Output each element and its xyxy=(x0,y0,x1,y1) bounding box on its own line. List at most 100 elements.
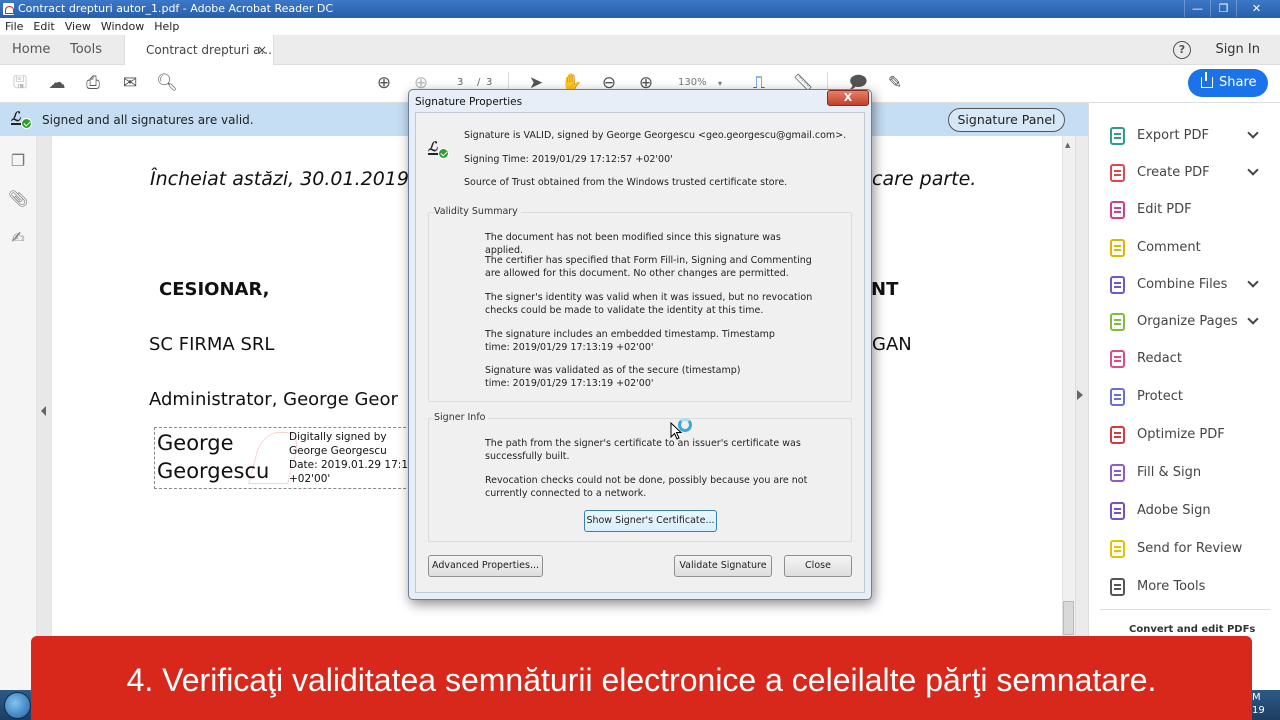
tool-fill-sign[interactable] xyxy=(1108,461,1128,485)
close-tab-icon[interactable]: × xyxy=(257,35,267,65)
export-pdf-icon xyxy=(1108,126,1128,146)
menu-bar: File Edit View Window Help xyxy=(0,18,1280,35)
signatures-icon[interactable]: ✍︎ xyxy=(8,228,28,248)
tool-label: Fill & Sign xyxy=(1137,465,1202,480)
upload-cloud-icon[interactable]: ☁ xyxy=(46,72,68,94)
current-page-field[interactable]: 3 xyxy=(457,77,463,88)
tab-tools[interactable]: Tools xyxy=(70,35,102,65)
email-icon[interactable]: ✉ xyxy=(119,72,141,94)
validity-summary-label: Validity Summary xyxy=(434,206,521,217)
send-review-icon xyxy=(1108,539,1128,559)
tool-label: Comment xyxy=(1137,240,1201,255)
tool-label: Adobe Sign xyxy=(1137,503,1211,518)
menu-edit[interactable]: Edit xyxy=(33,18,54,35)
highlight-pen-icon[interactable]: ✎ xyxy=(884,72,906,94)
tab-document[interactable]: Contract drepturi a... × xyxy=(124,35,274,66)
signature-panel-button[interactable]: Signature Panel xyxy=(948,108,1065,132)
save-icon[interactable]: 🖫 xyxy=(9,72,31,94)
more-tools-icon xyxy=(1108,577,1128,597)
scrollbar-thumb[interactable] xyxy=(1063,601,1074,635)
zoom-level-select[interactable]: 130% xyxy=(678,77,707,88)
tab-home[interactable]: Home xyxy=(12,35,50,65)
edit-pdf-icon xyxy=(1108,200,1128,220)
signature-detail-4: +02'00' xyxy=(289,473,331,485)
help-icon[interactable]: ? xyxy=(1173,41,1191,59)
tool-label: Edit PDF xyxy=(1137,202,1192,217)
tool-label: Create PDF xyxy=(1137,165,1210,180)
sign-in-link[interactable]: Sign In xyxy=(1215,35,1260,65)
tool-label: Export PDF xyxy=(1137,128,1210,143)
windows-start-button[interactable] xyxy=(4,692,31,719)
clock-line-2: 19 xyxy=(1252,705,1265,716)
scroll-up-icon[interactable]: ▲ xyxy=(1065,141,1070,149)
validity-item: The signer's identity was valid when it … xyxy=(485,292,813,316)
minimize-button[interactable]: — xyxy=(1184,0,1210,17)
signature-name-line1: George xyxy=(157,431,234,455)
advanced-properties-button[interactable]: Advanced Properties... xyxy=(428,555,543,577)
doc-cesionar-heading: CESIONAR, xyxy=(159,279,270,300)
expand-left-pane-icon[interactable] xyxy=(41,406,46,416)
share-button[interactable]: Share xyxy=(1188,69,1268,97)
signer-info-item: The path from the signer's certificate t… xyxy=(485,438,801,462)
tutorial-caption: 4. Verificaţi validitatea semnăturii ele… xyxy=(31,636,1252,720)
signer-info-label: Signer Info xyxy=(434,412,489,423)
total-pages: 3 xyxy=(486,77,493,88)
combine-files-icon xyxy=(1108,275,1128,295)
share-icon xyxy=(1201,72,1213,88)
taskbar-clock: M 19 xyxy=(1252,691,1265,717)
attachments-icon[interactable]: 📎︎ xyxy=(8,189,28,209)
menu-view[interactable]: View xyxy=(65,18,91,35)
signature-detail-3: Date: 2019.01.29 17:12:5 xyxy=(289,459,425,471)
doc-closing-line: Încheiat astăzi, 30.01.2019, xyxy=(150,168,416,190)
validate-signature-button[interactable]: Validate Signature xyxy=(674,555,772,577)
show-certificate-button[interactable]: Show Signer's Certificate... xyxy=(584,510,717,532)
page-up-icon[interactable]: ⊕ xyxy=(373,72,395,94)
tool-send-for-review[interactable] xyxy=(1108,537,1128,561)
validity-item: The certifier has specified that Form Fi… xyxy=(485,255,812,279)
menu-window[interactable]: Window xyxy=(101,18,144,35)
signature-valid-text: Signature is VALID, signed by George Geo… xyxy=(464,130,847,141)
tool-label: Protect xyxy=(1137,389,1183,404)
vertical-scrollbar[interactable] xyxy=(1062,136,1075,636)
page-thumbnails-icon[interactable]: ❐ xyxy=(8,151,28,171)
tool-more-tools[interactable] xyxy=(1108,575,1128,599)
dialog-close-button[interactable]: X xyxy=(827,90,869,106)
close-button[interactable]: Close xyxy=(784,555,852,577)
search-icon[interactable]: 🔍︎ xyxy=(156,72,178,94)
tool-organize-pages[interactable] xyxy=(1108,310,1128,334)
validity-item: The signature includes an embedded times… xyxy=(485,329,775,353)
signing-time-text: Signing Time: 2019/01/29 17:12:57 +02'00… xyxy=(464,154,673,165)
menu-help[interactable]: Help xyxy=(154,18,179,35)
tool-create-pdf[interactable] xyxy=(1108,161,1128,185)
doc-right-name-tail: GAN xyxy=(872,334,912,355)
doc-administrator-line: Administrator, George Geor xyxy=(149,389,398,410)
tool-redact[interactable] xyxy=(1108,347,1128,371)
menu-file[interactable]: File xyxy=(5,18,23,35)
redact-icon xyxy=(1108,349,1128,369)
left-navigation-rail xyxy=(0,136,37,690)
window-title-bar: Contract drepturi autor_1.pdf - Adobe Ac… xyxy=(0,0,1280,18)
doc-cedent-heading-tail: NT xyxy=(871,279,899,300)
restore-button[interactable]: ❐ xyxy=(1210,0,1236,17)
right-pane-gutter xyxy=(1075,136,1088,690)
clock-line-1: M xyxy=(1252,692,1261,703)
tool-comment[interactable] xyxy=(1108,236,1128,260)
zoom-dropdown-icon[interactable]: ▾ xyxy=(718,79,722,88)
close-window-button[interactable]: ✕ xyxy=(1236,0,1276,17)
doc-closing-line-tail: care parte. xyxy=(872,168,977,190)
acrobat-app-icon xyxy=(3,3,14,15)
signature-valid-icon: ℒ xyxy=(428,140,449,159)
tab-document-label: Contract drepturi a... xyxy=(146,43,272,57)
tool-edit-pdf[interactable] xyxy=(1108,198,1128,222)
page-separator: / xyxy=(477,77,481,88)
print-icon[interactable]: ⎙ xyxy=(82,72,104,94)
collapse-tools-pane-icon[interactable] xyxy=(1077,390,1083,400)
tool-export-pdf[interactable] xyxy=(1108,124,1128,148)
tool-adobe-sign[interactable] xyxy=(1108,499,1128,523)
fill-sign-icon xyxy=(1108,463,1128,483)
tool-combine-files[interactable] xyxy=(1108,273,1128,297)
tool-optimize-pdf[interactable] xyxy=(1108,423,1128,447)
tools-divider xyxy=(1100,609,1270,610)
tool-label: Send for Review xyxy=(1137,541,1243,556)
tool-protect[interactable] xyxy=(1108,385,1128,409)
